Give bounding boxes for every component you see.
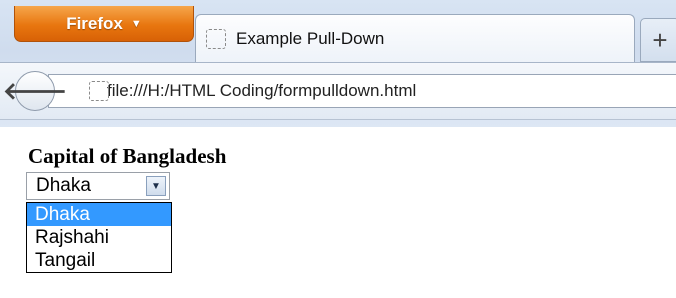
url-bar[interactable]: file:///H:/HTML Coding/formpulldown.html bbox=[48, 74, 676, 108]
navigation-bar: file:///H:/HTML Coding/formpulldown.html… bbox=[0, 62, 676, 120]
firefox-menu-button[interactable]: Firefox ▼ bbox=[14, 6, 194, 42]
page-content: Capital of Bangladesh Dhaka ▼ Dhaka Rajs… bbox=[26, 144, 226, 273]
tab-example-pull-down[interactable]: Example Pull-Down bbox=[195, 14, 635, 62]
option-dhaka[interactable]: Dhaka bbox=[27, 203, 171, 226]
new-tab-button[interactable]: + bbox=[640, 18, 676, 62]
select-value: Dhaka bbox=[36, 175, 91, 196]
plus-icon: + bbox=[652, 24, 668, 55]
caret-down-icon: ▼ bbox=[130, 17, 142, 30]
form-label: Capital of Bangladesh bbox=[28, 144, 227, 168]
option-tangail[interactable]: Tangail bbox=[27, 249, 171, 272]
dropdown-list: Dhaka Rajshahi Tangail bbox=[26, 202, 172, 273]
back-arrow-icon: 🡐 bbox=[2, 78, 68, 105]
capital-select[interactable]: Dhaka ▼ bbox=[26, 172, 170, 200]
tab-title: Example Pull-Down bbox=[236, 28, 385, 48]
page-icon bbox=[206, 28, 226, 49]
chevron-down-icon[interactable]: ▼ bbox=[146, 176, 166, 196]
option-rajshahi[interactable]: Rajshahi bbox=[27, 226, 171, 249]
page-icon bbox=[89, 81, 109, 101]
firefox-menu-label: Firefox bbox=[66, 13, 123, 33]
browser-chrome: Firefox ▼ Example Pull-Down + file:///H:… bbox=[0, 0, 676, 127]
url-text: file:///H:/HTML Coding/formpulldown.html bbox=[107, 81, 417, 100]
back-button[interactable]: 🡐 bbox=[3, 71, 67, 111]
